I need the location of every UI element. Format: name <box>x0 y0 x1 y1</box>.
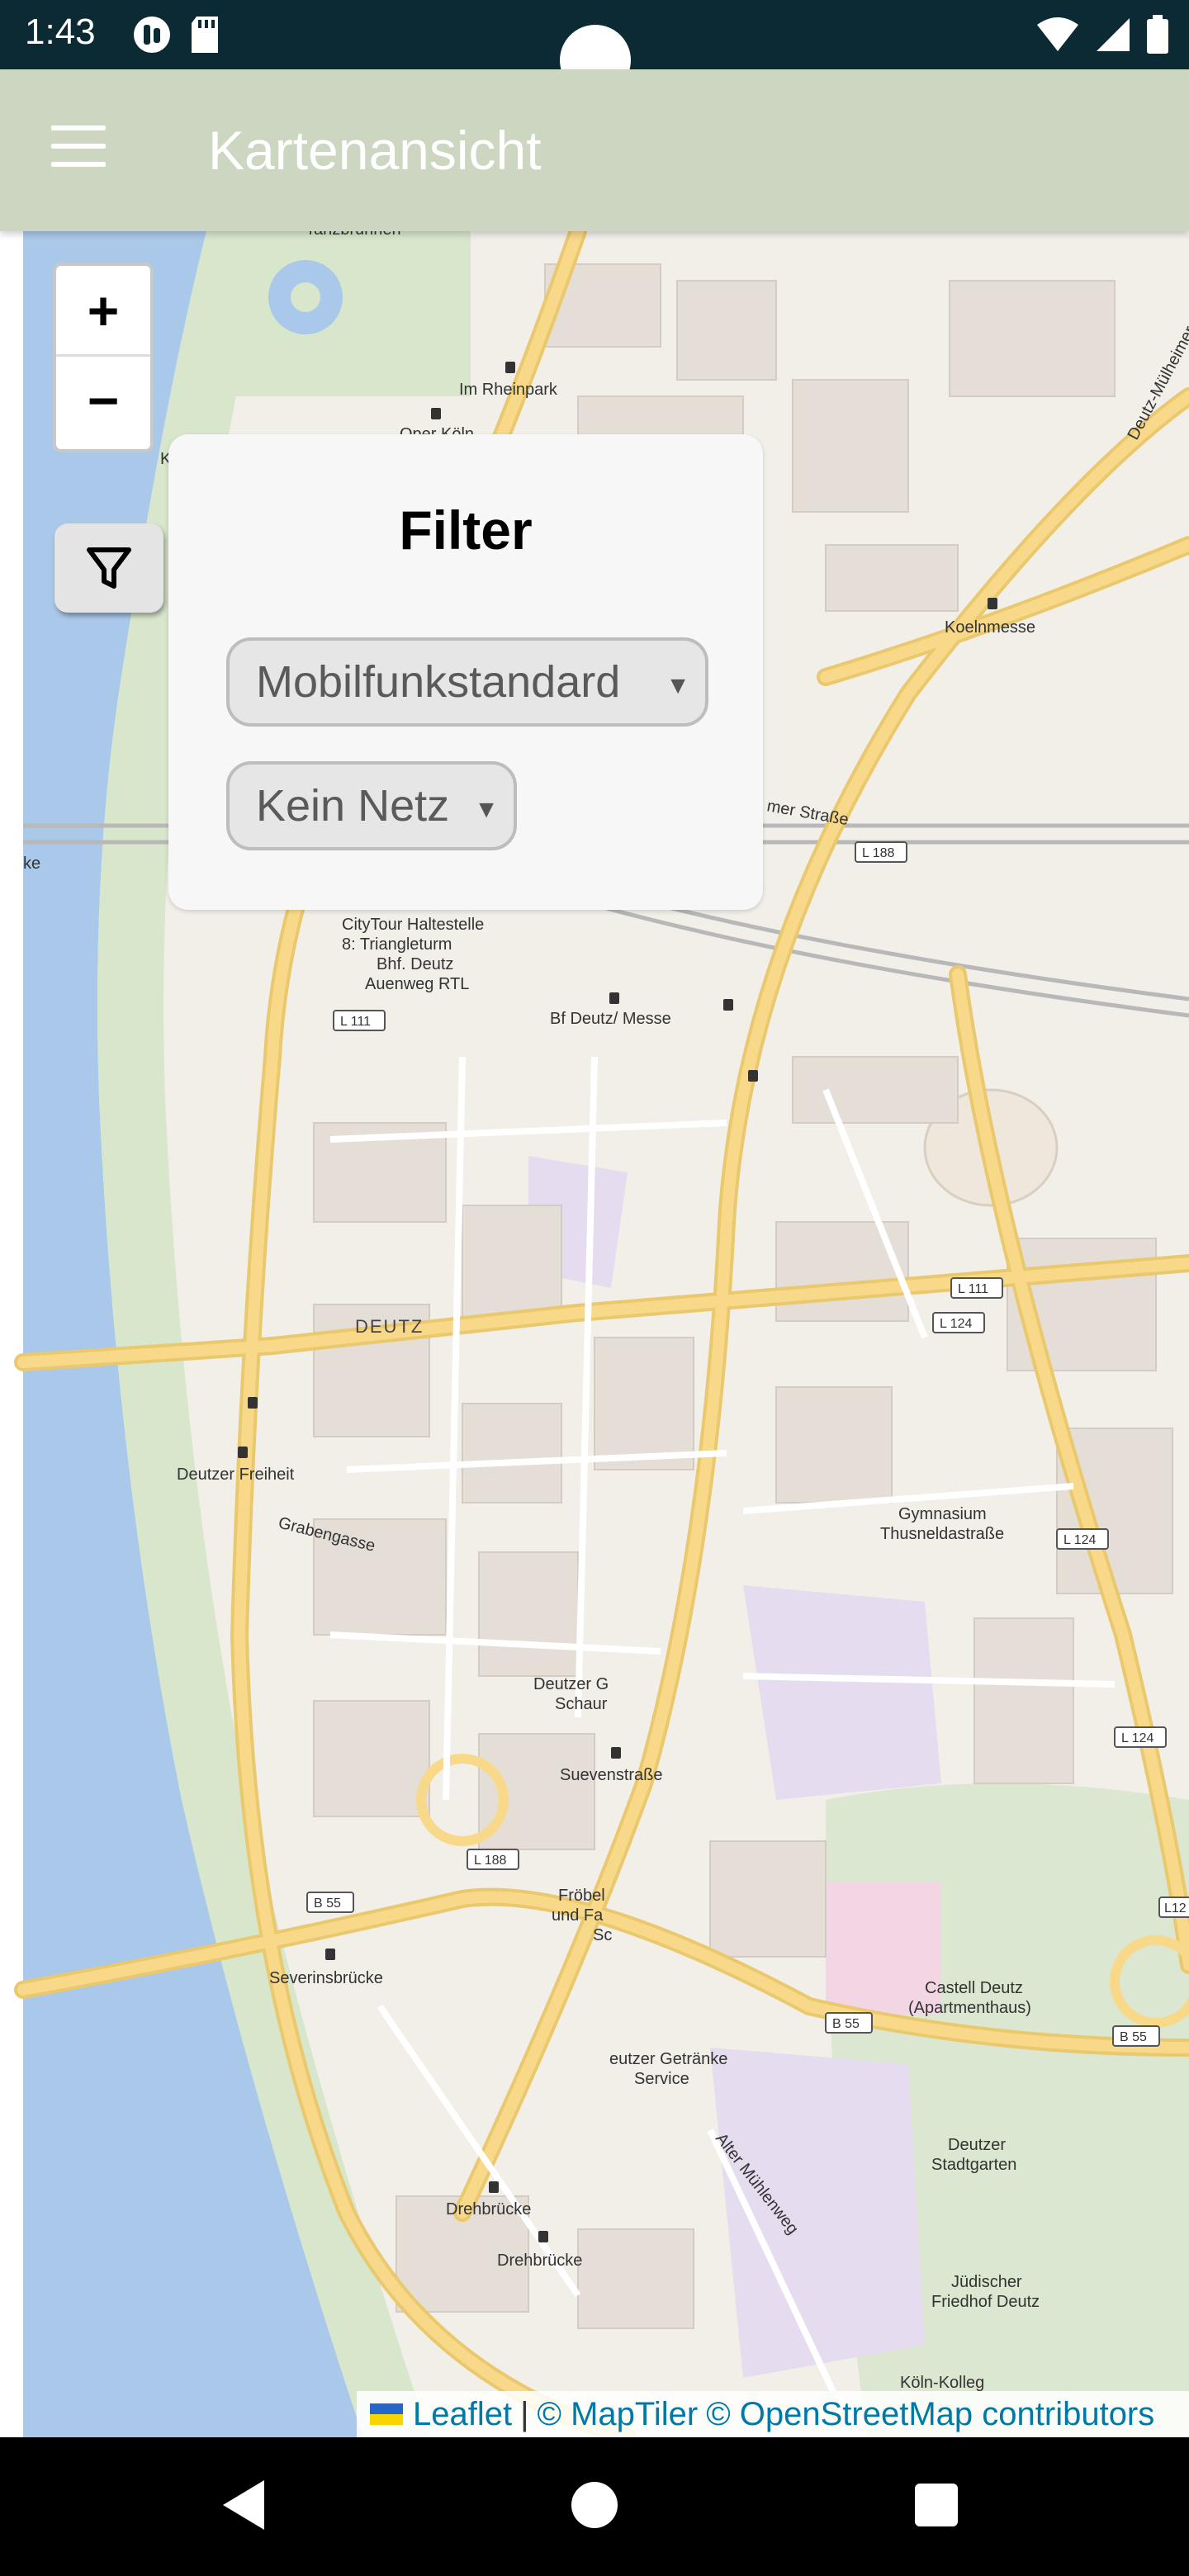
map-label: (Apartmenthaus) <box>908 1999 1031 2017</box>
road-ref: L 111 <box>958 1282 988 1296</box>
map-label: Gymnasium <box>898 1505 987 1523</box>
map-attribution: Leaflet | © MapTiler © OpenStreetMap con… <box>357 2391 1189 2437</box>
road-ref: L 124 <box>1121 1731 1154 1745</box>
mobile-standard-select-value: Mobilfunkstandard <box>256 657 621 707</box>
network-select-value: Kein Netz <box>256 781 450 831</box>
road-ref: B 55 <box>1120 2030 1147 2044</box>
back-icon[interactable] <box>223 2480 264 2530</box>
map-label: CityTour Haltestelle <box>342 916 484 934</box>
map-label: DEUTZ <box>355 1316 424 1337</box>
map-label: 8: Triangleturm <box>342 935 452 954</box>
map-label: Im Rheinpark <box>459 381 558 399</box>
ukraine-flag-icon <box>370 2403 403 2425</box>
network-select[interactable]: Kein Netz ▼ <box>226 761 517 850</box>
leaflet-link[interactable]: Leaflet <box>413 2396 512 2433</box>
map-label: Bf Deutz/ Messe <box>550 1010 671 1028</box>
mobile-standard-select[interactable]: Mobilfunkstandard ▼ <box>226 637 708 727</box>
status-bar: 1:43 <box>0 0 1189 96</box>
road-ref: L 124 <box>940 1317 973 1331</box>
recents-icon[interactable] <box>915 2484 958 2526</box>
map-label: Deutzer G <box>533 1675 609 1693</box>
map-label: Schaur <box>555 1695 608 1713</box>
dropdown-arrow-icon: ▼ <box>474 796 499 823</box>
road-ref: L 188 <box>862 846 895 860</box>
zoom-control: + − <box>53 263 154 452</box>
map-label: Sc <box>593 1926 612 1944</box>
home-icon[interactable] <box>571 2482 618 2528</box>
road-ref: L12 <box>1164 1901 1187 1915</box>
map-label: Köln-Kolleg <box>900 2374 984 2392</box>
map-label: Bhf. Deutz <box>377 955 453 973</box>
zoom-in-button[interactable]: + <box>56 266 150 357</box>
road-ref: L 188 <box>474 1854 507 1868</box>
map-label: Deutzer <box>948 2136 1006 2154</box>
map-label: eutzer Getränke <box>609 2050 727 2068</box>
map-label: Drehbrücke <box>497 2252 582 2270</box>
filter-toggle-button[interactable] <box>54 523 163 613</box>
map-label: Service <box>634 2070 689 2088</box>
road-ref: B 55 <box>832 2017 860 2031</box>
sd-card-icon <box>192 17 218 53</box>
dropdown-arrow-icon: ▼ <box>666 672 690 699</box>
map-label: Deutzer Freiheit <box>177 1466 295 1484</box>
map-label: Jüdischer <box>951 2273 1022 2291</box>
map-label: Drehbrücke <box>446 2200 531 2218</box>
page-title: Kartenansicht <box>208 120 542 181</box>
zoom-out-button[interactable]: − <box>56 356 150 444</box>
road-ref: B 55 <box>314 1896 341 1911</box>
status-time: 1:43 <box>25 12 96 52</box>
map-label: Castell Deutz <box>925 1979 1023 1997</box>
map-label: Severinsbrücke <box>269 1969 383 1987</box>
map-label: Stadtgarten <box>931 2156 1016 2174</box>
map-label: Koelnmesse <box>945 618 1035 637</box>
hamburger-menu-icon[interactable] <box>46 125 112 175</box>
battery-icon <box>1147 15 1168 54</box>
maptiler-link[interactable]: © MapTiler <box>538 2396 699 2433</box>
filter-panel: Filter Mobilfunkstandard ▼ Kein Netz ▼ <box>168 434 763 910</box>
map-label: Fröbel <box>558 1887 605 1905</box>
app-bar: Kartenansicht <box>0 69 1189 231</box>
map-label: Suevenstraße <box>560 1766 663 1784</box>
map-label: Tanzbrunnen <box>306 231 401 239</box>
cellular-signal-icon <box>1097 18 1130 51</box>
road-ref: L 111 <box>340 1015 371 1029</box>
wifi-icon <box>1037 17 1078 51</box>
filter-title: Filter <box>399 500 533 561</box>
map-label: Friedhof Deutz <box>931 2293 1040 2311</box>
map-label: Auenweg RTL <box>365 975 469 993</box>
app-icon <box>134 17 170 53</box>
map-label: Thusneldastraße <box>880 1525 1004 1543</box>
map-label: und Fa <box>552 1906 604 1925</box>
system-nav-bar <box>0 2437 1189 2576</box>
map-label: ke <box>23 855 40 873</box>
road-ref: L 124 <box>1063 1533 1097 1547</box>
attribution-separator: | <box>520 2395 529 2432</box>
filter-funnel-icon <box>87 547 131 589</box>
openstreetmap-link[interactable]: © OpenStreetMap contributors <box>706 2396 1154 2433</box>
